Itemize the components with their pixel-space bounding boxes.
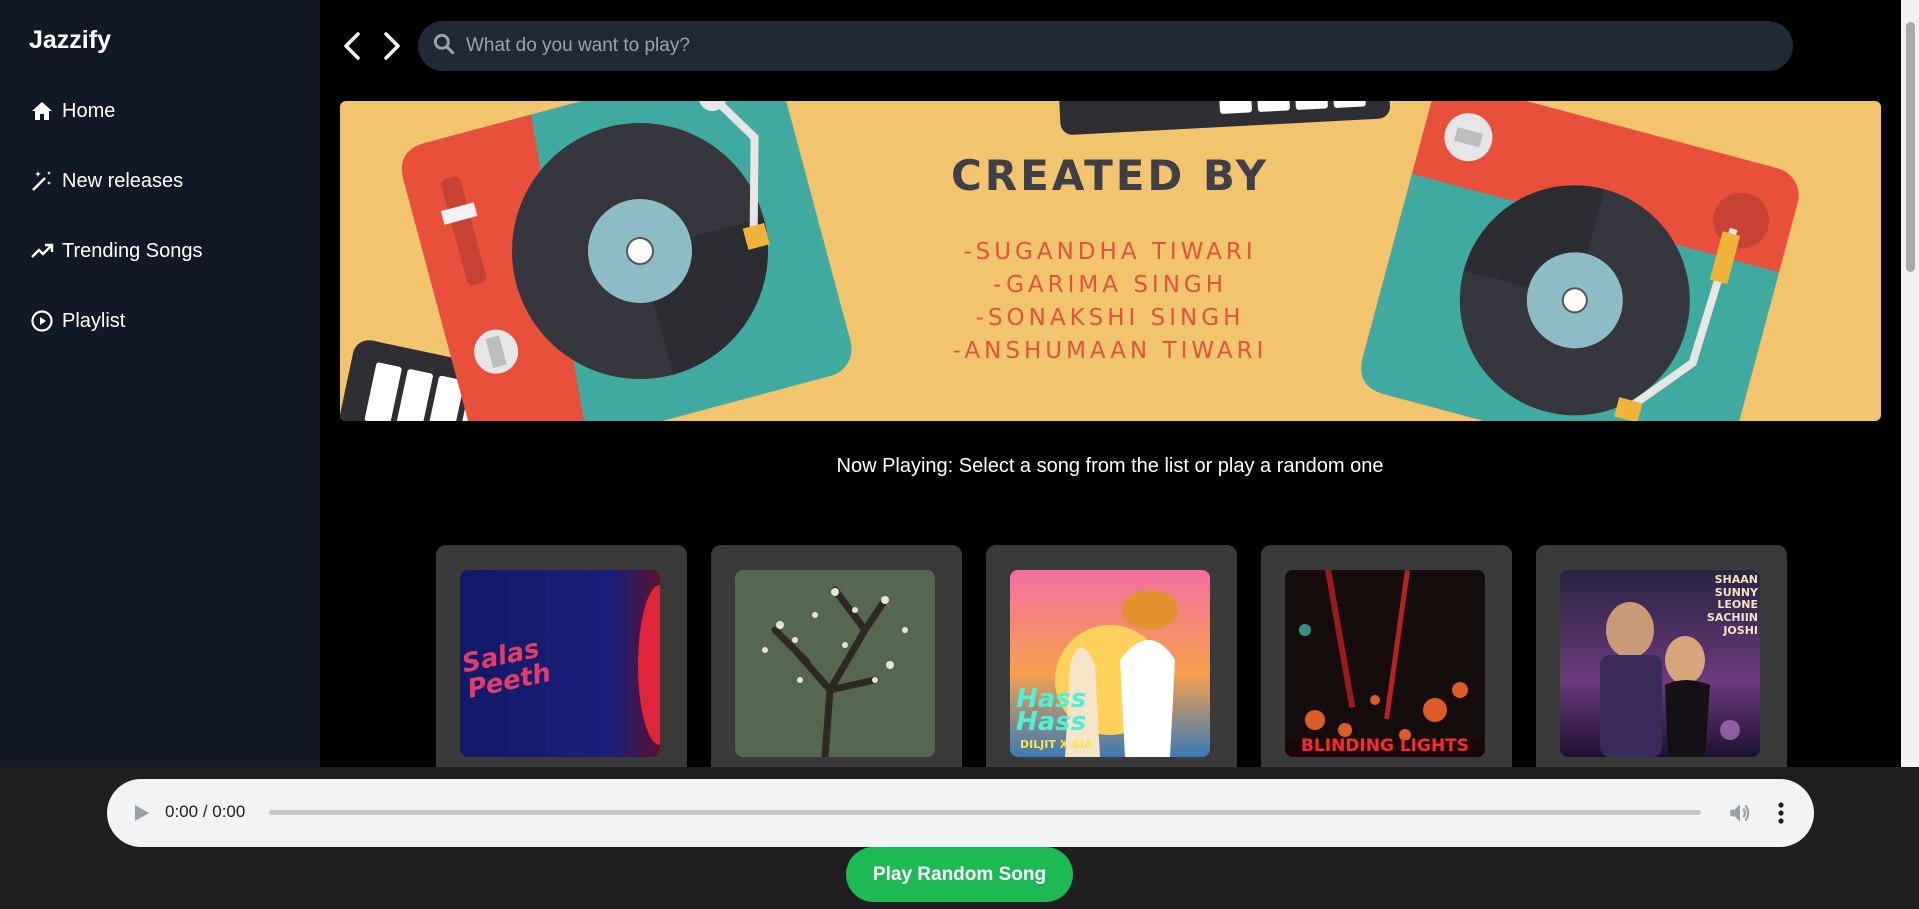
album-title: Hass Hass <box>1016 684 1087 738</box>
sidebar: Jazzify Home New releases Trending Songs… <box>0 0 320 767</box>
album-title: BLINDING LIGHTS <box>1300 736 1470 756</box>
volume-icon[interactable] <box>1727 800 1753 826</box>
chevron-left-icon <box>344 32 360 60</box>
search-bar[interactable] <box>418 21 1793 71</box>
album-cover <box>735 570 935 757</box>
album-cover: Hass Hass DILJIT X SIA <box>1010 570 1210 757</box>
song-card[interactable]: BLINDING LIGHTS <box>1261 545 1512 767</box>
main-content: CREATED BY -SUGANDHA TIWARI -GARIMA SING… <box>320 0 1901 767</box>
credits-banner: CREATED BY -SUGANDHA TIWARI -GARIMA SING… <box>340 101 1881 421</box>
sidebar-item-playlist[interactable]: Playlist <box>29 308 125 334</box>
sidebar-item-new-releases[interactable]: New releases <box>29 168 183 194</box>
back-button[interactable] <box>338 28 366 64</box>
banner-title: CREATED BY <box>950 151 1270 200</box>
scrollbar-thumb[interactable] <box>1906 22 1915 272</box>
magic-wand-icon <box>29 168 55 194</box>
sidebar-item-label: Trending Songs <box>62 239 203 262</box>
player-bar: 0:00 / 0:00 Play Random Song <box>0 767 1919 909</box>
credit-name: -SUGANDHA TIWARI <box>963 239 1257 265</box>
page-scrollbar[interactable] <box>1901 0 1919 767</box>
sidebar-item-label: Playlist <box>62 309 126 332</box>
credit-name: -ANSHUMAAN TIWARI <box>952 338 1268 364</box>
album-cover: BLINDING LIGHTS <box>1285 570 1485 757</box>
forward-button[interactable] <box>378 28 406 64</box>
song-card[interactable]: Hass Hass DILJIT X SIA <box>986 545 1237 767</box>
song-card[interactable] <box>711 545 962 767</box>
chevron-right-icon <box>384 32 400 60</box>
audio-time: 0:00 / 0:00 <box>165 802 246 821</box>
sidebar-item-home[interactable]: Home <box>29 98 115 124</box>
brand-logo[interactable]: Jazzify <box>29 26 111 55</box>
sidebar-item-label: New releases <box>62 169 184 192</box>
play-random-song-button[interactable]: Play Random Song <box>846 847 1073 902</box>
home-icon <box>29 98 55 124</box>
credit-name: -SONAKSHI SINGH <box>975 305 1245 331</box>
audio-player: 0:00 / 0:00 <box>107 779 1814 847</box>
sidebar-item-label: Home <box>62 99 116 122</box>
play-icon[interactable] <box>131 801 153 825</box>
audio-progress-bar[interactable] <box>269 810 1701 815</box>
song-card[interactable]: Salas Peeth <box>436 545 687 767</box>
sidebar-item-trending-songs[interactable]: Trending Songs <box>29 238 202 264</box>
song-card[interactable]: SHAAN SUNNY LEONE SACHIIN JOSHI <box>1536 545 1787 767</box>
album-cover: Salas Peeth <box>460 570 660 757</box>
more-options-icon[interactable] <box>1776 798 1786 828</box>
album-title: SHAAN SUNNY LEONE SACHIIN JOSHI <box>1706 573 1758 637</box>
trending-up-icon <box>29 238 55 264</box>
search-icon <box>433 33 455 55</box>
app-root: Jazzify Home New releases Trending Songs… <box>0 0 1919 909</box>
now-playing-text: Now Playing: Select a song from the list… <box>836 455 1384 477</box>
credit-name: -GARIMA SINGH <box>992 272 1228 298</box>
play-circle-icon <box>29 308 55 334</box>
search-input[interactable] <box>466 21 1766 71</box>
album-cover: SHAAN SUNNY LEONE SACHIIN JOSHI <box>1560 570 1760 757</box>
album-subtitle: DILJIT X SIA <box>1020 738 1093 751</box>
